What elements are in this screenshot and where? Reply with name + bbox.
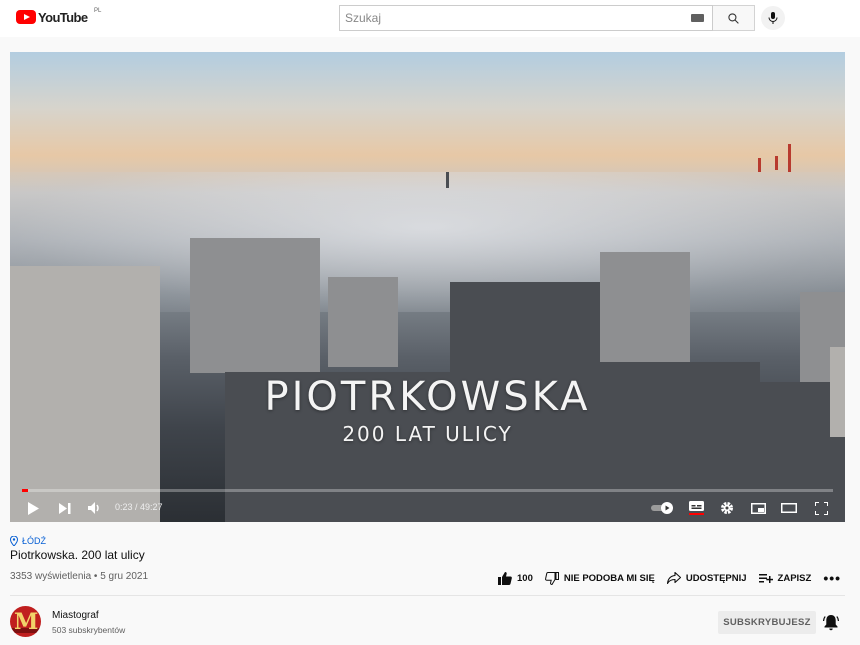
- player-controls: 0:23 / 49:27: [10, 495, 845, 521]
- volume-icon: [88, 502, 99, 514]
- logo-text: YouTube: [38, 9, 88, 25]
- avatar-letter: M: [14, 609, 39, 635]
- microphone-icon: [768, 12, 778, 24]
- location-pin-icon: [10, 536, 18, 546]
- like-count: 100: [517, 572, 533, 584]
- subscribed-button[interactable]: SUBSKRYBUJESZ: [718, 611, 816, 634]
- share-icon: [666, 572, 681, 584]
- fullscreen-button[interactable]: [810, 497, 832, 519]
- thumbs-up-icon: [498, 571, 512, 585]
- masthead: YouTube PL: [0, 0, 860, 37]
- autoplay-toggle-icon: [651, 502, 673, 514]
- progress-bar[interactable]: [22, 489, 833, 492]
- share-button[interactable]: UDOSTĘPNIJ: [666, 572, 747, 584]
- progress-fill: [22, 489, 29, 492]
- overlay-title: PIOTRKOWSKA: [264, 374, 591, 420]
- youtube-logo[interactable]: YouTube PL: [16, 8, 101, 25]
- youtube-play-icon: [16, 10, 36, 24]
- like-button[interactable]: 100: [498, 571, 533, 585]
- save-button[interactable]: ZAPISZ: [758, 572, 812, 584]
- dislike-button[interactable]: NIE PODOBA MI SIĘ: [544, 571, 655, 585]
- settings-button[interactable]: [716, 497, 738, 519]
- video-meta: 3353 wyświetlenia • 5 gru 2021: [10, 571, 149, 582]
- more-actions-button[interactable]: •••: [823, 570, 841, 586]
- search-icon: [728, 12, 739, 24]
- theater-mode-icon: [781, 503, 797, 513]
- theater-mode-button[interactable]: [778, 497, 800, 519]
- time-display: 0:23 / 49:27: [115, 502, 163, 512]
- skip-next-icon: [59, 502, 71, 514]
- subtitles-button[interactable]: [685, 497, 707, 519]
- search-input[interactable]: [340, 6, 680, 30]
- video-title-overlay: PIOTRKOWSKA 200 LAT ULICY: [10, 374, 845, 446]
- play-button[interactable]: [22, 497, 44, 519]
- next-button[interactable]: [54, 497, 76, 519]
- bell-icon: [822, 615, 840, 631]
- video-actions: 100 NIE PODOBA MI SIĘ UDOSTĘPNIJ ZAPISZ …: [498, 570, 841, 586]
- dislike-label: NIE PODOBA MI SIĘ: [563, 572, 655, 584]
- gear-icon: [721, 502, 733, 514]
- video-player[interactable]: PIOTRKOWSKA 200 LAT ULICY 0:23 / 49:27: [10, 52, 845, 522]
- miniplayer-button[interactable]: [747, 497, 769, 519]
- subtitles-icon: [688, 501, 704, 515]
- autoplay-toggle[interactable]: [650, 497, 676, 519]
- keyboard-icon[interactable]: [691, 14, 704, 22]
- notification-bell-button[interactable]: [822, 614, 841, 632]
- building: [328, 277, 398, 367]
- chimney: [775, 156, 778, 170]
- chimney: [758, 158, 761, 172]
- divider: [10, 595, 845, 596]
- region-code: PL: [94, 8, 102, 14]
- subscriber-count: 503 subskrybentów: [52, 625, 126, 635]
- building-tower: [190, 238, 320, 373]
- channel-name[interactable]: Miastograf: [52, 610, 99, 621]
- overlay-subtitle: 200 LAT ULICY: [342, 422, 513, 446]
- location-link[interactable]: ŁÓDŹ: [10, 536, 46, 546]
- playlist-add-icon: [758, 573, 773, 583]
- mute-button[interactable]: [84, 497, 106, 519]
- search-box: [339, 5, 713, 31]
- building-tower-right: [600, 252, 690, 362]
- play-icon: [28, 501, 39, 515]
- video-title: Piotrkowska. 200 lat ulicy: [10, 548, 145, 562]
- channel-avatar[interactable]: M: [10, 606, 41, 637]
- save-label: ZAPISZ: [777, 572, 812, 584]
- share-label: UDOSTĘPNIJ: [685, 572, 747, 584]
- location-label: ŁÓDŹ: [22, 536, 47, 546]
- miniplayer-icon: [750, 502, 766, 514]
- thumbs-down-icon: [544, 571, 559, 585]
- voice-search-button[interactable]: [761, 6, 785, 30]
- church-spire: [446, 172, 449, 188]
- chimney: [788, 144, 791, 172]
- search-button[interactable]: [713, 5, 755, 31]
- fullscreen-icon: [814, 501, 828, 515]
